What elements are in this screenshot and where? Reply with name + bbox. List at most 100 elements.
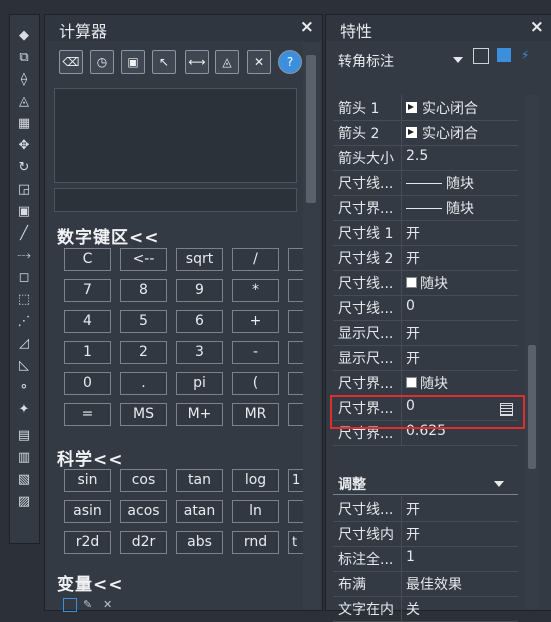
property-value[interactable]: 2.5 [406, 148, 428, 164]
move-icon[interactable]: ✥ [14, 135, 34, 155]
calc-key[interactable]: sin [64, 469, 111, 492]
calc-key-partial[interactable] [288, 248, 304, 271]
calculator-scrollbar-thumb[interactable] [306, 55, 316, 203]
property-row[interactable]: 箭头 2 实心闭合 [333, 120, 518, 146]
distance-icon[interactable]: ↖ [152, 50, 176, 74]
calc-key-partial[interactable] [288, 279, 304, 302]
property-value[interactable]: 关 [406, 599, 420, 619]
break-icon[interactable]: ⬚ [14, 289, 34, 309]
calc-key[interactable]: 4 [64, 310, 111, 333]
property-row[interactable]: 尺寸线 2 开 [333, 245, 518, 271]
clear-icon[interactable]: ⌫ [59, 50, 83, 74]
break-at-point-icon[interactable]: ◻ [14, 267, 34, 287]
calc-key[interactable]: 2 [120, 341, 167, 364]
property-value[interactable]: 开 [406, 248, 420, 268]
property-value[interactable]: 实心闭合 [406, 98, 478, 118]
send-to-back-icon[interactable]: ▧ [14, 469, 34, 489]
history-icon[interactable]: ◷ [90, 50, 114, 74]
calc-key[interactable]: M+ [176, 403, 223, 426]
calc-key[interactable]: 0 [64, 372, 111, 395]
calc-key-partial[interactable]: t [288, 531, 304, 554]
calc-key[interactable]: abs [176, 531, 223, 554]
rotate-icon[interactable]: ↻ [14, 157, 34, 177]
property-value[interactable]: 随块 [406, 373, 448, 393]
blend-icon[interactable]: ⚬ [14, 377, 34, 397]
get-coordinates-icon[interactable]: ▣ [121, 50, 145, 74]
calculator-history-display[interactable] [54, 88, 297, 183]
calc-key[interactable]: <-- [120, 248, 167, 271]
property-row[interactable]: 布满 最佳效果 [333, 571, 518, 597]
property-value[interactable]: 开 [406, 323, 420, 343]
calculator-input-field[interactable] [54, 188, 297, 212]
property-row[interactable]: 尺寸界... 随块 [333, 370, 518, 396]
property-row[interactable]: 尺寸线... 开 [333, 496, 518, 522]
property-value[interactable]: 0 [406, 298, 415, 314]
numpad-section-header[interactable]: 数字键区<< [57, 223, 160, 248]
calc-key[interactable]: 5 [120, 310, 167, 333]
calc-key[interactable]: 8 [120, 279, 167, 302]
calc-key[interactable]: rnd [232, 531, 279, 554]
scale-icon[interactable]: ◲ [14, 179, 34, 199]
property-row[interactable]: 尺寸界... 随块 [333, 195, 518, 221]
explode-icon[interactable]: ✦ [14, 399, 34, 419]
draw-order-icon[interactable]: ▤ [14, 425, 34, 445]
calculator-close-icon[interactable]: × [300, 17, 314, 37]
chamfer-icon[interactable]: ◿ [14, 333, 34, 353]
bring-above-icon[interactable]: ▨ [14, 491, 34, 511]
calc-key[interactable]: * [232, 279, 279, 302]
calc-key[interactable]: 9 [176, 279, 223, 302]
science-section-header[interactable]: 科学<< [57, 445, 124, 470]
calc-key-partial[interactable] [288, 372, 304, 395]
property-row[interactable]: 文字在内关 [333, 596, 518, 622]
trim-icon[interactable]: ╱ [14, 223, 34, 243]
property-row[interactable]: 显示尺... 开 [333, 345, 518, 371]
property-value[interactable]: 1 [406, 549, 415, 565]
calculator-icon[interactable] [500, 403, 513, 416]
calc-key[interactable]: acos [120, 500, 167, 523]
property-row[interactable]: 箭头大小 2.5 [333, 145, 518, 171]
calc-key-partial[interactable] [288, 403, 304, 426]
calc-key[interactable]: - [232, 341, 279, 364]
property-value[interactable]: 实心闭合 [406, 123, 478, 143]
property-value[interactable]: 随块 [406, 198, 474, 218]
copy-icon[interactable]: ⧉ [14, 47, 34, 67]
object-type-select[interactable]: 转角标注 [333, 48, 467, 72]
calc-key[interactable]: . [120, 372, 167, 395]
join-icon[interactable]: ⋰ [14, 311, 34, 331]
intersection-icon[interactable]: ◬ [215, 50, 239, 74]
variables-section-header[interactable]: 变量<< [57, 570, 124, 595]
calc-key[interactable]: C [64, 248, 111, 271]
calc-key[interactable]: tan [176, 469, 223, 492]
new-variable-icon[interactable] [63, 598, 77, 612]
calc-key-partial[interactable] [288, 500, 304, 523]
clear-history-icon[interactable]: ✕ [247, 50, 271, 74]
calc-key[interactable]: sqrt [176, 248, 223, 271]
property-value[interactable]: 最佳效果 [406, 574, 462, 594]
calc-key[interactable]: 1 [64, 341, 111, 364]
property-row[interactable]: 尺寸线... 随块 [333, 270, 518, 296]
property-row[interactable]: 尺寸线内开 [333, 521, 518, 547]
calc-key[interactable]: / [232, 248, 279, 271]
property-value[interactable]: 开 [406, 499, 420, 519]
help-icon[interactable]: ? [278, 50, 302, 74]
property-row[interactable]: 箭头 1 实心闭合 [333, 95, 518, 121]
calc-key[interactable]: log [232, 469, 279, 492]
calc-key-partial[interactable]: 1 [288, 469, 304, 492]
quick-select-icon[interactable]: ⚡ [521, 48, 535, 62]
calc-key[interactable]: 6 [176, 310, 223, 333]
calc-key[interactable]: d2r [120, 531, 167, 554]
calc-key[interactable]: + [232, 310, 279, 333]
property-value[interactable]: 开 [406, 223, 420, 243]
bring-to-front-icon[interactable]: ▥ [14, 447, 34, 467]
property-value[interactable]: 开 [406, 348, 420, 368]
properties-close-icon[interactable]: × [530, 17, 544, 37]
delete-variable-icon[interactable]: ✕ [103, 598, 112, 611]
properties-scrollbar-thumb[interactable] [528, 345, 536, 469]
calc-key[interactable]: asin [64, 500, 111, 523]
line-angle-icon[interactable]: ⟷ [185, 50, 209, 74]
extend-icon[interactable]: ⤏ [14, 245, 34, 265]
select-objects-icon[interactable] [497, 48, 511, 62]
stretch-icon[interactable]: ▣ [14, 201, 34, 221]
calc-key[interactable]: atan [176, 500, 223, 523]
toggle-pickadd-icon[interactable] [473, 48, 489, 64]
